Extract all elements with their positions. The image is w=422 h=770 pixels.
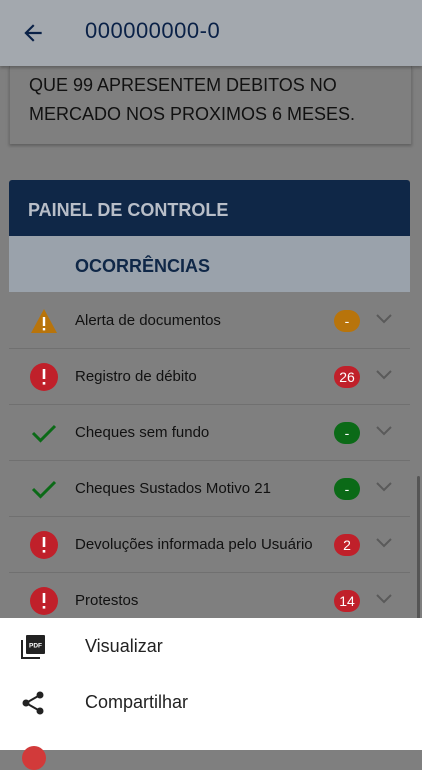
chevron-down-icon[interactable] bbox=[376, 538, 392, 548]
message-card: QUE 99 APRESENTEM DEBITOS NO MERCADO NOS… bbox=[9, 66, 412, 144]
occurrence-row[interactable]: Registro de débito 26 bbox=[9, 348, 410, 405]
count-badge: 14 bbox=[334, 590, 360, 612]
count-badge: 2 bbox=[334, 534, 360, 556]
bottom-sheet-menu: PDF Visualizar Compartilhar bbox=[0, 618, 422, 770]
content-scroll-area[interactable]: QUE 99 APRESENTEM DEBITOS NO MERCADO NOS… bbox=[0, 66, 422, 618]
check-icon bbox=[31, 480, 57, 499]
count-badge: 26 bbox=[334, 366, 360, 388]
occurrence-label: Protestos bbox=[75, 592, 139, 609]
chevron-down-icon[interactable] bbox=[376, 482, 392, 492]
error-icon bbox=[30, 531, 58, 559]
occurrence-row[interactable]: Alerta de documentos - bbox=[9, 292, 410, 349]
chevron-down-icon[interactable] bbox=[376, 426, 392, 436]
share-label: Compartilhar bbox=[85, 692, 189, 712]
share-icon bbox=[22, 691, 44, 715]
panel-title: PAINEL DE CONTROLE bbox=[28, 200, 229, 220]
occurrence-label: Cheques Sustados Motivo 21 bbox=[75, 480, 271, 497]
chevron-down-icon[interactable] bbox=[376, 594, 392, 604]
occurrence-row[interactable]: Devoluções informada pelo Usuário 2 bbox=[9, 516, 410, 573]
count-badge: - bbox=[334, 310, 360, 332]
occurrence-row[interactable]: Cheques Sustados Motivo 21 - bbox=[9, 460, 410, 517]
message-text: QUE 99 APRESENTEM DEBITOS NO MERCADO NOS… bbox=[29, 75, 356, 124]
chevron-down-icon[interactable] bbox=[376, 314, 392, 324]
page-title: 000000000-0 bbox=[85, 18, 221, 43]
occurrences-title: OCORRÊNCIAS bbox=[75, 256, 211, 276]
share-option[interactable]: Compartilhar bbox=[0, 674, 422, 730]
svg-text:PDF: PDF bbox=[29, 643, 42, 650]
warning-icon bbox=[31, 309, 57, 333]
back-arrow-icon[interactable] bbox=[20, 20, 46, 46]
view-pdf-option[interactable]: PDF Visualizar bbox=[0, 618, 422, 674]
scrollbar[interactable] bbox=[417, 476, 420, 618]
check-icon bbox=[31, 424, 57, 443]
occurrence-label: Cheques sem fundo bbox=[75, 424, 210, 441]
occurrence-label: Devoluções informada pelo Usuário bbox=[75, 536, 313, 553]
occurrence-row[interactable]: Cheques sem fundo - bbox=[9, 404, 410, 461]
error-icon bbox=[30, 363, 58, 391]
view-label: Visualizar bbox=[85, 636, 163, 656]
occurrence-label: Alerta de documentos bbox=[75, 312, 221, 329]
chevron-down-icon[interactable] bbox=[376, 370, 392, 380]
control-panel: PAINEL DE CONTROLE OCORRÊNCIAS Alerta de… bbox=[9, 180, 410, 618]
error-icon bbox=[30, 587, 58, 615]
count-badge: - bbox=[334, 422, 360, 444]
occurrences-header: OCORRÊNCIAS bbox=[9, 236, 410, 292]
occurrence-label: Registro de débito bbox=[75, 368, 197, 385]
app-bar: 000000000-0 bbox=[0, 0, 422, 66]
panel-header: PAINEL DE CONTROLE bbox=[9, 180, 410, 236]
count-badge: - bbox=[334, 478, 360, 500]
occurrence-row[interactable]: Protestos 14 bbox=[9, 572, 410, 618]
pdf-icon: PDF bbox=[21, 635, 45, 659]
